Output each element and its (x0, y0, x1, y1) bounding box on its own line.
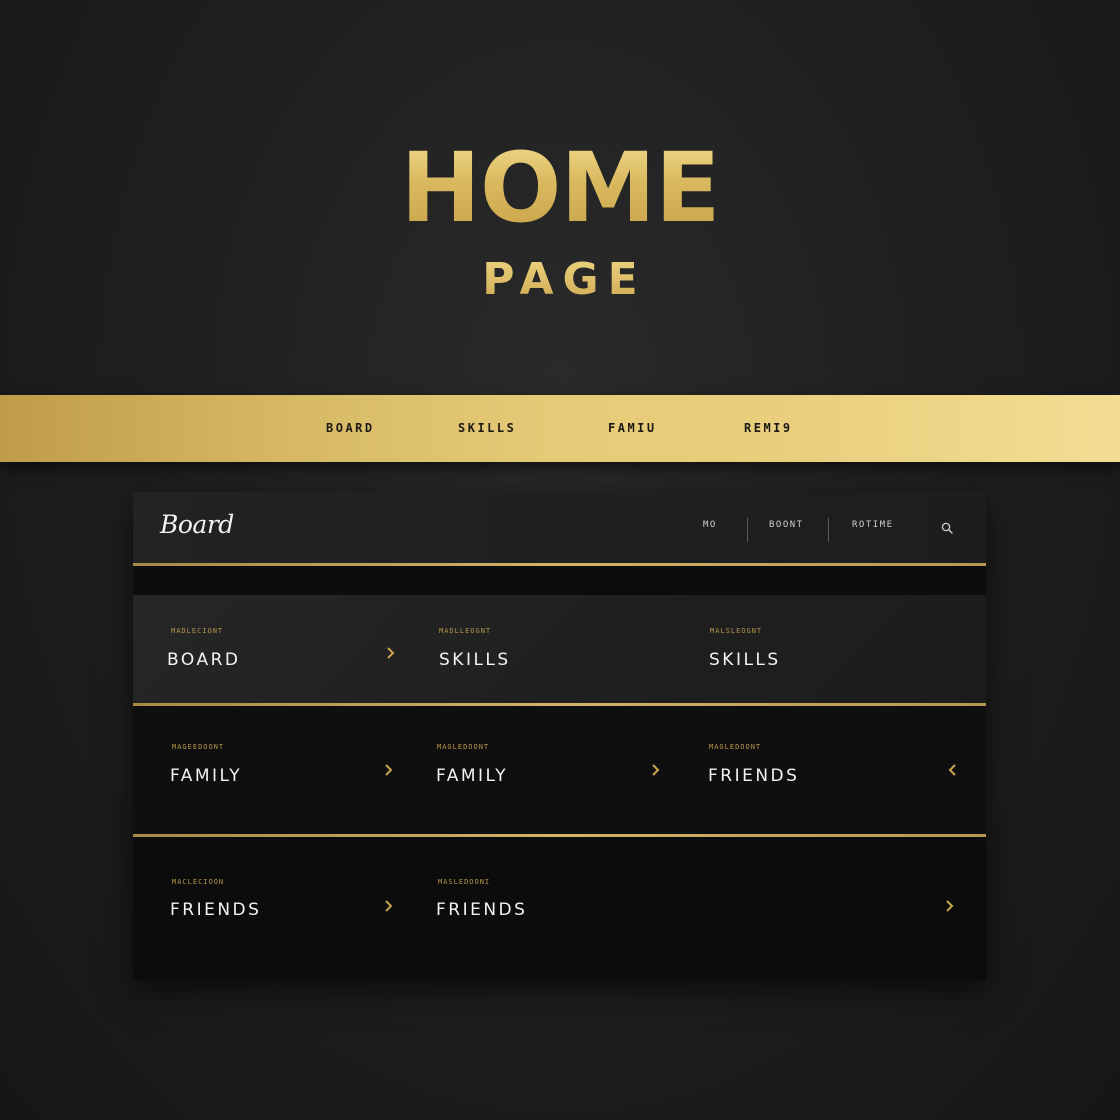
header-link-2[interactable]: BOONT (769, 520, 804, 530)
cell-kicker: MADLECIONT (171, 627, 224, 635)
cell-label: SKILLS (709, 650, 781, 670)
grid-row-1: MADLECIONT BOARD MADLLEOGNT SKILLS MALSL… (133, 595, 986, 703)
cell-label: FAMILY (436, 766, 509, 786)
cell-kicker: MAGLEDOONT (709, 743, 762, 751)
search-icon[interactable] (941, 522, 953, 534)
chevron-right-icon (387, 647, 395, 659)
header-divider (747, 518, 748, 542)
header-link-3[interactable]: ROTIME (852, 520, 894, 530)
cell-kicker: MASLEDOONI (438, 878, 491, 886)
panel-header: Board MO BOONT ROTIME (133, 492, 986, 564)
grid-cell-friends[interactable]: MACLECIOON FRIENDS (133, 837, 413, 980)
grid-row-2: MAGEEDOONT FAMILY MAGLEDOONT FAMILY MAGL… (133, 706, 986, 834)
nav-item-family[interactable]: FAMIU (608, 395, 657, 462)
cell-kicker: MAGLEDOONT (437, 743, 490, 751)
grid-cell-board[interactable]: MADLECIONT BOARD (133, 595, 413, 703)
header-link-1[interactable]: MO (703, 520, 717, 530)
hero-title: HOME (0, 140, 1120, 236)
nav-item-skills[interactable]: SKILLS (458, 395, 516, 462)
chevron-right-icon (652, 764, 660, 776)
cell-label: SKILLS (439, 650, 511, 670)
cell-kicker: MALSLEOGNT (710, 627, 763, 635)
hero-subtitle: PAGE (0, 258, 1120, 302)
main-panel: Board MO BOONT ROTIME MADLECIONT BOARD M… (133, 492, 986, 980)
chevron-right-icon (385, 764, 393, 776)
nav-item-board[interactable]: BOARD (326, 395, 375, 462)
grid-cell-friends[interactable]: MASLEDOONI FRIENDS (413, 837, 986, 980)
grid-cell-skills[interactable]: MADLLEOGNT SKILLS (413, 595, 703, 703)
chevron-left-icon (948, 764, 956, 776)
header-divider (828, 518, 829, 542)
grid-cell-family[interactable]: MAGLEDOONT FAMILY (413, 706, 703, 834)
grid-row-3: MACLECIOON FRIENDS MASLEDOONI FRIENDS (133, 837, 986, 980)
grid-cell-friends[interactable]: MAGLEDOONT FRIENDS (703, 706, 986, 834)
cell-label: BOARD (167, 650, 241, 670)
logo[interactable]: Board (160, 510, 234, 539)
header-divider-line (133, 563, 986, 566)
cell-label: FAMILY (170, 766, 243, 786)
chevron-right-icon (385, 900, 393, 912)
chevron-right-icon (946, 900, 954, 912)
top-nav-band: BOARD SKILLS FAMIU REMI9 (0, 395, 1120, 462)
grid-cell-family[interactable]: MAGEEDOONT FAMILY (133, 706, 413, 834)
cell-label: FRIENDS (436, 900, 528, 920)
grid-cell-skills[interactable]: MALSLEOGNT SKILLS (703, 595, 986, 703)
cell-kicker: MAGEEDOONT (172, 743, 225, 751)
cell-label: FRIENDS (708, 766, 800, 786)
cell-label: FRIENDS (170, 900, 262, 920)
cell-kicker: MADLLEOGNT (439, 627, 492, 635)
nav-item-friends[interactable]: REMI9 (744, 395, 793, 462)
cell-kicker: MACLECIOON (172, 878, 225, 886)
